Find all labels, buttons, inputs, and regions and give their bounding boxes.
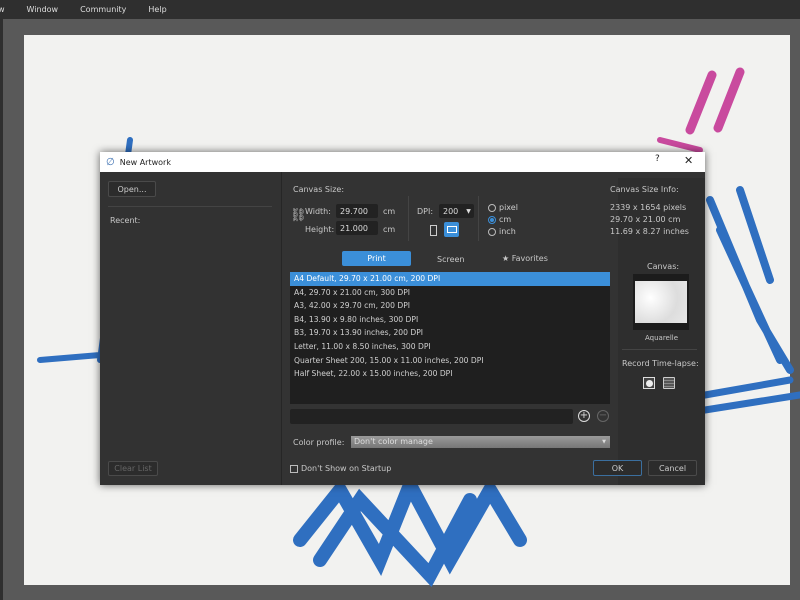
- info-cm: 29.70 x 21.00 cm: [610, 215, 681, 224]
- height-input[interactable]: 21.000: [336, 221, 378, 235]
- width-label: Width:: [305, 207, 331, 216]
- radio-label: cm: [499, 215, 512, 224]
- preset-list-item[interactable]: B3, 19.70 x 13.90 inches, 200 DPI: [290, 326, 610, 340]
- preset-name-input[interactable]: [290, 409, 573, 424]
- landscape-icon: [446, 226, 457, 233]
- aquarelle-texture: [635, 281, 687, 323]
- chevron-down-icon: ▼: [602, 439, 606, 445]
- recent-label: Recent:: [110, 216, 141, 225]
- canvas-name: Aquarelle: [645, 334, 679, 342]
- preset-list[interactable]: A4 Default, 29.70 x 21.00 cm, 200 DPI A4,…: [290, 272, 610, 404]
- radio-icon: [488, 203, 496, 212]
- unit-radio-cm[interactable]: cm: [488, 215, 511, 224]
- preset-list-item[interactable]: A3, 42.00 x 29.70 cm, 200 DPI: [290, 299, 610, 313]
- divider: [108, 206, 272, 207]
- divider: [622, 349, 697, 350]
- dpi-select[interactable]: 200 ▼: [439, 204, 474, 218]
- radio-label: pixel: [499, 203, 518, 212]
- pink-stroke: [685, 67, 745, 135]
- preset-list-item[interactable]: Quarter Sheet 200, 15.00 x 11.00 inches,…: [290, 354, 610, 368]
- dont-show-checkbox[interactable]: [290, 465, 298, 473]
- blue-stroke: [293, 468, 527, 587]
- tab-favorites-label: Favorites: [511, 254, 548, 263]
- radio-selected-icon: [488, 215, 496, 224]
- recent-panel: Open... Recent: Clear List: [100, 172, 282, 485]
- tab-print[interactable]: Print: [342, 251, 411, 266]
- height-unit: cm: [383, 225, 396, 234]
- new-artwork-dialog: ∅ New Artwork ? ✕ Open... Recent: Clear …: [100, 152, 705, 485]
- app-logo-icon: ∅: [106, 156, 115, 168]
- preset-list-item[interactable]: Half Sheet, 22.00 x 15.00 inches, 200 DP…: [290, 367, 610, 381]
- color-profile-label: Color profile:: [293, 438, 345, 447]
- cancel-button[interactable]: Cancel: [648, 460, 697, 476]
- height-label: Height:: [305, 225, 335, 234]
- clear-list-button[interactable]: Clear List: [108, 461, 158, 476]
- help-button[interactable]: ?: [655, 154, 660, 164]
- remove-preset-icon[interactable]: −: [597, 410, 609, 422]
- blue-stroke: [701, 376, 800, 414]
- radio-label: inch: [499, 227, 516, 236]
- canvas-size-info-label: Canvas Size Info:: [610, 185, 679, 194]
- portrait-orientation-icon[interactable]: [430, 225, 437, 236]
- dialog-titlebar: ∅ New Artwork ? ✕: [100, 152, 705, 172]
- info-pixels: 2339 x 1654 pixels: [610, 203, 687, 212]
- preset-list-item[interactable]: B4, 13.90 x 9.80 inches, 300 DPI: [290, 313, 610, 327]
- dont-show-label: Don't Show on Startup: [301, 464, 392, 473]
- open-button[interactable]: Open...: [108, 181, 156, 197]
- pink-stroke: [657, 137, 703, 153]
- width-input[interactable]: 29.700: [336, 204, 378, 218]
- dpi-value: 200: [443, 206, 459, 216]
- add-preset-icon[interactable]: +: [578, 410, 590, 422]
- color-profile-value: Don't color manage: [354, 437, 433, 446]
- divider: [478, 196, 479, 241]
- width-unit: cm: [383, 207, 396, 216]
- color-profile-select[interactable]: Don't color manage ▼: [351, 436, 610, 448]
- ok-button[interactable]: OK: [593, 460, 642, 476]
- preset-list-item[interactable]: A4, 29.70 x 21.00 cm, 300 DPI: [290, 286, 610, 300]
- blue-stroke: [706, 186, 794, 374]
- canvas-texture-thumbnail[interactable]: [633, 274, 689, 330]
- canvas-size-label: Canvas Size:: [293, 185, 345, 194]
- unit-radio-inch[interactable]: inch: [488, 227, 516, 236]
- timelapse-label: Record Time-lapse:: [622, 359, 699, 368]
- chevron-down-icon: ▼: [466, 207, 471, 215]
- radio-icon: [488, 227, 496, 236]
- unit-radio-pixel[interactable]: pixel: [488, 203, 518, 212]
- star-icon: ★: [502, 254, 510, 263]
- landscape-orientation-button[interactable]: [444, 222, 459, 237]
- record-button[interactable]: [643, 377, 655, 389]
- info-inches: 11.69 x 8.27 inches: [610, 227, 689, 236]
- divider: [408, 196, 409, 241]
- timelapse-playback-icon[interactable]: [663, 377, 675, 389]
- record-icon: [645, 379, 653, 387]
- tab-screen[interactable]: Screen: [437, 255, 465, 264]
- dpi-label: DPI:: [417, 207, 434, 216]
- preset-list-item[interactable]: Letter, 11.00 x 8.50 inches, 300 DPI: [290, 340, 610, 354]
- right-panel: [618, 178, 705, 485]
- canvas-label: Canvas:: [647, 262, 680, 271]
- preset-list-item[interactable]: A4 Default, 29.70 x 21.00 cm, 200 DPI: [290, 272, 610, 286]
- dialog-title: New Artwork: [119, 157, 171, 167]
- close-button[interactable]: ✕: [684, 154, 693, 167]
- tab-favorites[interactable]: ★ Favorites: [502, 254, 548, 263]
